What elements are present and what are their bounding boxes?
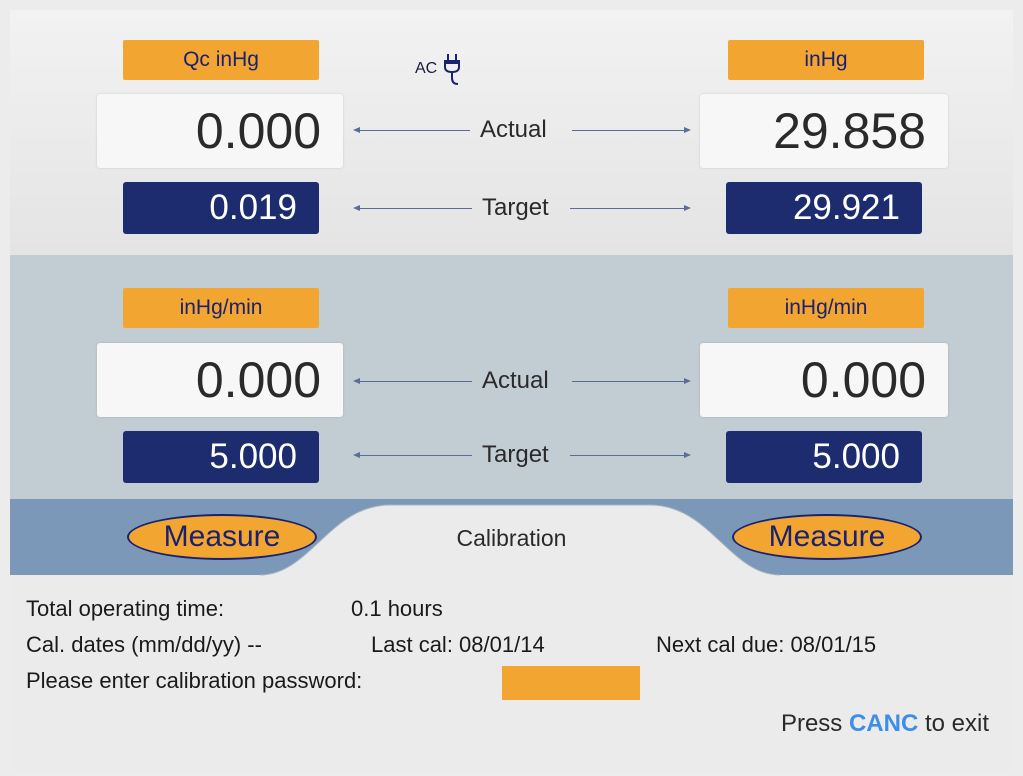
pressure-panel: Qc inHg AC inHg 0.000 29.858 Actual 0.01…: [10, 10, 1013, 255]
mode-tab-bar: Calibration Measure Measure: [10, 495, 1013, 580]
arrow-left-icon: [353, 127, 360, 133]
operating-time-value: 0.1 hours: [351, 596, 443, 621]
arrow-left-icon: [353, 378, 360, 384]
right-pressure-actual: 29.858: [700, 94, 948, 168]
right-rate-actual: 0.000: [700, 343, 948, 417]
left-rate-unit-label[interactable]: inHg/min: [123, 288, 319, 328]
arrow-line: [572, 130, 684, 131]
arrow-left-icon: [353, 452, 360, 458]
press-prefix: Press: [780, 710, 843, 737]
arrow-right-icon: [684, 452, 691, 458]
arrow-line: [360, 130, 470, 131]
target-label: Target: [482, 194, 549, 221]
left-rate-target[interactable]: 5.000: [123, 431, 319, 483]
arrow-line: [360, 455, 472, 456]
left-pressure-unit-label[interactable]: Qc inHg: [123, 40, 319, 80]
arrow-line: [570, 455, 684, 456]
left-pressure-target[interactable]: 0.019: [123, 182, 319, 234]
right-pressure-unit-label[interactable]: inHg: [728, 40, 924, 80]
rate-panel: inHg/min inHg/min 0.000 0.000 Actual 5.0…: [10, 255, 1013, 495]
arrow-right-icon: [684, 127, 691, 133]
ac-power-indicator: AC: [415, 52, 463, 92]
exit-hint: Press CANC to exit: [781, 710, 989, 738]
actual-label: Actual: [482, 367, 549, 394]
right-measure-button[interactable]: Measure: [732, 514, 922, 560]
arrow-right-icon: [684, 205, 691, 211]
left-measure-button[interactable]: Measure: [127, 514, 317, 560]
password-prompt: Please enter calibration password:: [26, 668, 363, 693]
arrow-line: [572, 381, 684, 382]
plug-icon: [441, 52, 463, 93]
right-rate-target[interactable]: 5.000: [726, 431, 922, 483]
arrow-line: [360, 381, 472, 382]
calibration-password-field[interactable]: [502, 666, 640, 700]
arrow-line: [360, 208, 472, 209]
cal-dates-label: Cal. dates (mm/dd/yy) --: [26, 632, 262, 657]
left-rate-actual: 0.000: [97, 343, 343, 417]
right-rate-unit-label[interactable]: inHg/min: [728, 288, 924, 328]
target-label: Target: [482, 441, 549, 468]
canc-key-label: CANC: [848, 710, 919, 737]
actual-label: Actual: [480, 116, 547, 143]
last-cal-date: Last cal: 08/01/14: [371, 632, 545, 657]
arrow-left-icon: [353, 205, 360, 211]
arrow-right-icon: [684, 378, 691, 384]
next-cal-date: Next cal due: 08/01/15: [656, 632, 877, 657]
right-pressure-target[interactable]: 29.921: [726, 182, 922, 234]
left-pressure-actual: 0.000: [97, 94, 343, 168]
ac-label: AC: [415, 60, 438, 77]
calibration-info-panel: Total operating time: 0.1 hours Cal. dat…: [10, 580, 1013, 770]
instrument-screen: Qc inHg AC inHg 0.000 29.858 Actual 0.01…: [10, 10, 1013, 770]
press-suffix: to exit: [924, 710, 989, 737]
arrow-line: [570, 208, 684, 209]
operating-time-label: Total operating time:: [26, 596, 225, 621]
